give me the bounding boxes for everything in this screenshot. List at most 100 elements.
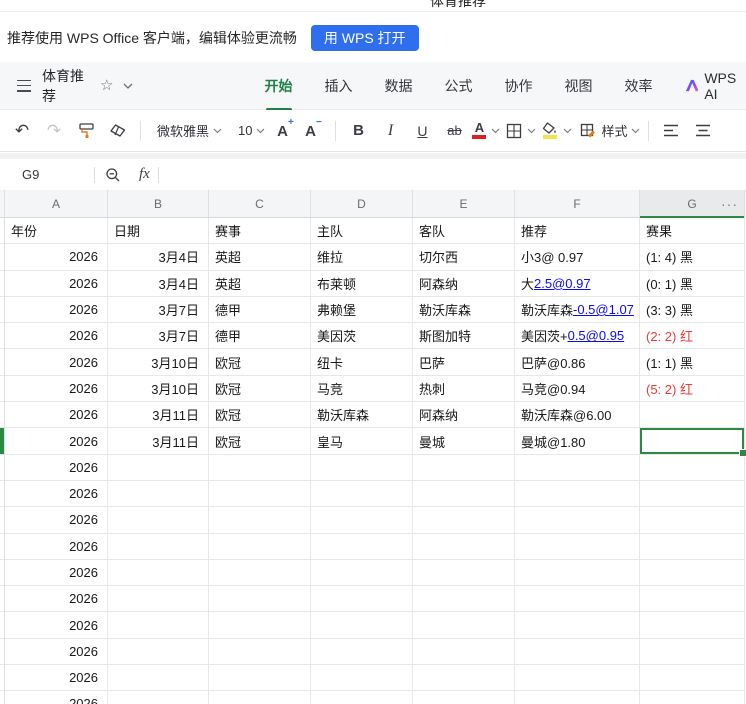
- cell-G17[interactable]: [640, 638, 745, 666]
- cell-styles-button[interactable]: 样式: [580, 116, 639, 146]
- cell-G19[interactable]: [640, 691, 745, 704]
- cell-F17[interactable]: [515, 638, 640, 666]
- cell-F18[interactable]: [515, 665, 640, 692]
- cell-B11[interactable]: [108, 480, 209, 508]
- cell-G15[interactable]: [640, 586, 745, 613]
- cell-D11[interactable]: [311, 480, 413, 508]
- cell-G1[interactable]: 赛果: [640, 218, 745, 245]
- redo-button[interactable]: ↷: [40, 116, 68, 146]
- tip-hyperlink[interactable]: 0.5@0.95: [568, 328, 625, 343]
- cell-C16[interactable]: [209, 612, 311, 639]
- cell-D1[interactable]: 主队: [311, 218, 413, 245]
- cell-G6[interactable]: (1: 1) 黑: [640, 349, 745, 376]
- cell-A19[interactable]: 2026: [5, 691, 108, 704]
- cell-F7[interactable]: 马竞@0.94: [515, 375, 640, 403]
- cell-E10[interactable]: [413, 454, 515, 481]
- cell-F11[interactable]: [515, 480, 640, 508]
- cell-G7[interactable]: (5: 2) 红: [640, 375, 745, 403]
- ribbon-tab-4[interactable]: 公式: [445, 76, 473, 96]
- cell-E16[interactable]: [413, 612, 515, 639]
- cell-A16[interactable]: 2026: [5, 612, 108, 639]
- cell-B8[interactable]: 3月11日: [108, 402, 209, 429]
- eraser-button[interactable]: [104, 116, 132, 146]
- cell-F1[interactable]: 推荐: [515, 218, 640, 245]
- cell-B15[interactable]: [108, 586, 209, 613]
- cell-F12[interactable]: [515, 507, 640, 534]
- cell-G10[interactable]: [640, 454, 745, 481]
- cell-B5[interactable]: 3月7日: [108, 323, 209, 350]
- align-left-button[interactable]: [657, 116, 685, 146]
- cell-D17[interactable]: [311, 638, 413, 666]
- tip-hyperlink[interactable]: 2.5@0.97: [534, 276, 591, 291]
- cell-E13[interactable]: [413, 533, 515, 560]
- name-box-search-icon[interactable]: [105, 167, 121, 183]
- cell-G9[interactable]: [640, 428, 746, 457]
- cell-A7[interactable]: 2026: [5, 375, 108, 403]
- cell-D8[interactable]: 勒沃库森: [311, 402, 413, 429]
- italic-button[interactable]: I: [376, 116, 404, 146]
- cell-B2[interactable]: 3月4日: [108, 244, 209, 271]
- cell-B16[interactable]: [108, 612, 209, 639]
- cell-C8[interactable]: 欧冠: [209, 402, 311, 429]
- cell-E17[interactable]: [413, 638, 515, 666]
- cell-B10[interactable]: [108, 454, 209, 481]
- column-header-A[interactable]: A: [5, 190, 108, 218]
- font-color-button[interactable]: A: [472, 116, 500, 146]
- more-columns-button[interactable]: ···: [721, 190, 738, 217]
- column-header-F[interactable]: F: [515, 190, 640, 218]
- ribbon-tab-7[interactable]: 效率: [625, 76, 653, 96]
- cell-B3[interactable]: 3月4日: [108, 270, 209, 297]
- menu-hamburger-icon[interactable]: [17, 79, 32, 92]
- font-name-select[interactable]: 微软雅黑: [149, 116, 222, 146]
- cell-D14[interactable]: [311, 559, 413, 587]
- fill-color-chevron-down-icon[interactable]: [563, 128, 572, 134]
- format-painter-button[interactable]: [72, 116, 100, 146]
- cell-E19[interactable]: [413, 691, 515, 704]
- cell-C2[interactable]: 英超: [209, 244, 311, 271]
- doc-title-chevron-down-icon[interactable]: [123, 83, 133, 89]
- cell-D16[interactable]: [311, 612, 413, 639]
- cell-C6[interactable]: 欧冠: [209, 349, 311, 376]
- cell-F5[interactable]: 美因茨+ 0.5@0.95: [515, 323, 640, 350]
- borders-chevron-down-icon[interactable]: [527, 128, 536, 134]
- cell-B12[interactable]: [108, 507, 209, 534]
- ribbon-tab-2[interactable]: 插入: [325, 76, 353, 96]
- cell-styles-chevron-down-icon[interactable]: [631, 128, 640, 134]
- cell-E7[interactable]: 热刺: [413, 375, 515, 403]
- cell-A13[interactable]: 2026: [5, 533, 108, 560]
- cell-G18[interactable]: [640, 665, 745, 692]
- cell-A1[interactable]: 年份: [5, 218, 108, 245]
- cell-C18[interactable]: [209, 665, 311, 692]
- decrease-font-button[interactable]: A−: [299, 116, 327, 146]
- cell-D9[interactable]: 皇马: [311, 428, 413, 455]
- cell-C14[interactable]: [209, 559, 311, 587]
- cell-E2[interactable]: 切尔西: [413, 244, 515, 271]
- insert-function-icon[interactable]: fx: [139, 166, 150, 183]
- cell-C11[interactable]: [209, 480, 311, 508]
- cell-G13[interactable]: [640, 533, 745, 560]
- column-header-D[interactable]: D: [311, 190, 413, 218]
- cell-A5[interactable]: 2026: [5, 323, 108, 350]
- cell-A6[interactable]: 2026: [5, 349, 108, 376]
- cell-A15[interactable]: 2026: [5, 586, 108, 613]
- font-size-select[interactable]: 10: [232, 116, 265, 146]
- fill-color-button[interactable]: [542, 116, 572, 146]
- cell-E5[interactable]: 斯图加特: [413, 323, 515, 350]
- cell-D2[interactable]: 维拉: [311, 244, 413, 271]
- favorite-star-icon[interactable]: ☆: [100, 78, 113, 93]
- cell-G11[interactable]: [640, 480, 745, 508]
- cell-A2[interactable]: 2026: [5, 244, 108, 271]
- cell-E1[interactable]: 客队: [413, 218, 515, 245]
- cell-E6[interactable]: 巴萨: [413, 349, 515, 376]
- align-center-button[interactable]: [689, 116, 717, 146]
- cell-A11[interactable]: 2026: [5, 480, 108, 508]
- cell-A18[interactable]: 2026: [5, 665, 108, 692]
- ribbon-tab-1[interactable]: 开始: [265, 76, 293, 111]
- cell-D7[interactable]: 马竞: [311, 375, 413, 403]
- cell-F19[interactable]: [515, 691, 640, 704]
- cell-D3[interactable]: 布莱顿: [311, 270, 413, 297]
- cell-D13[interactable]: [311, 533, 413, 560]
- cell-G8[interactable]: [640, 402, 745, 429]
- open-in-wps-button[interactable]: 用 WPS 打开: [310, 24, 419, 51]
- cell-G4[interactable]: (3: 3) 黑: [640, 296, 745, 324]
